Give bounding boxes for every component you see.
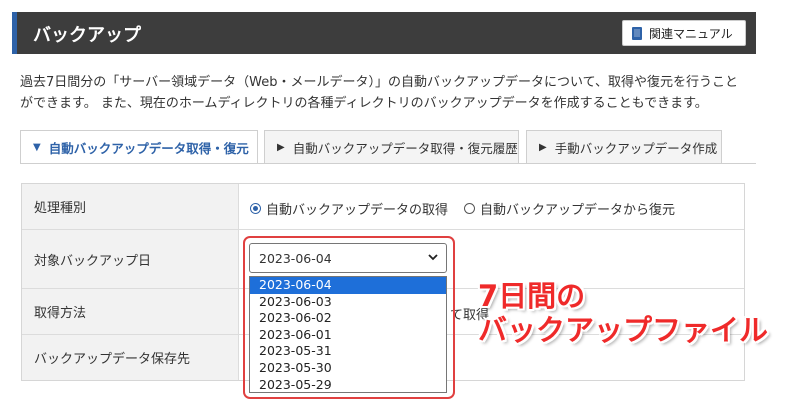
radio-unchecked-icon xyxy=(464,203,475,214)
radio-checked-icon xyxy=(250,203,261,214)
radio-restore-backup[interactable]: 自動バックアップデータから復元 xyxy=(464,199,675,218)
tab-manual-backup-create[interactable]: ▶ 手動バックアップデータ作成 xyxy=(526,130,722,163)
tab-auto-backup-restore[interactable]: ▼ 自動バックアップデータ取得・復元 xyxy=(20,130,258,164)
tab-label: 手動バックアップデータ作成 xyxy=(554,140,718,156)
page-title: バックアップ xyxy=(33,25,141,46)
chevron-right-icon: ▶ xyxy=(277,141,285,153)
related-manual-button[interactable]: 関連マニュアル xyxy=(622,20,746,46)
tab-bar: ▼ 自動バックアップデータ取得・復元 ▶ 自動バックアップデータ取得・復元履歴 … xyxy=(20,130,760,164)
radio-acquire-backup[interactable]: 自動バックアップデータの取得 xyxy=(250,199,448,218)
tab-label: 自動バックアップデータ取得・復元 xyxy=(48,141,249,156)
description-line-1: 過去7日間分の「サーバー領域データ（Web・メールデータ）」の自動バックアップデ… xyxy=(20,75,738,90)
related-manual-label: 関連マニュアル xyxy=(649,26,733,41)
annotation-line-2: バックアップファイル xyxy=(478,313,769,347)
row-label: バックアップデータ保存先 xyxy=(22,335,239,380)
tab-auto-backup-history[interactable]: ▶ 自動バックアップデータ取得・復元履歴 xyxy=(264,130,519,163)
chevron-right-icon: ▶ xyxy=(539,141,547,153)
book-icon xyxy=(632,26,642,40)
annotation-line-1: 7日間の xyxy=(478,279,586,313)
page-header: バックアップ 関連マニュアル xyxy=(12,12,756,54)
description-line-2: ができます。 また、現在のホームディレクトリの各種ディレクトリのバックアップデー… xyxy=(20,96,708,111)
row-label: 処理種別 xyxy=(22,184,239,229)
tab-label: 自動バックアップデータ取得・復元履歴 xyxy=(292,140,518,156)
chevron-down-icon: ▼ xyxy=(33,142,41,153)
description: 過去7日間分の「サーバー領域データ（Web・メールデータ）」の自動バックアップデ… xyxy=(20,72,760,114)
radio-label: 自動バックアップデータの取得 xyxy=(266,203,449,218)
row-label: 対象バックアップ日 xyxy=(22,230,239,288)
row-label: 取得方法 xyxy=(22,289,239,334)
radio-label: 自動バックアップデータから復元 xyxy=(480,203,676,218)
form-row-process-type: 処理種別 自動バックアップデータの取得 自動バックアップデータから復元 xyxy=(22,184,744,230)
tab-underline xyxy=(20,163,756,164)
annotation-highlight-box xyxy=(243,236,455,399)
